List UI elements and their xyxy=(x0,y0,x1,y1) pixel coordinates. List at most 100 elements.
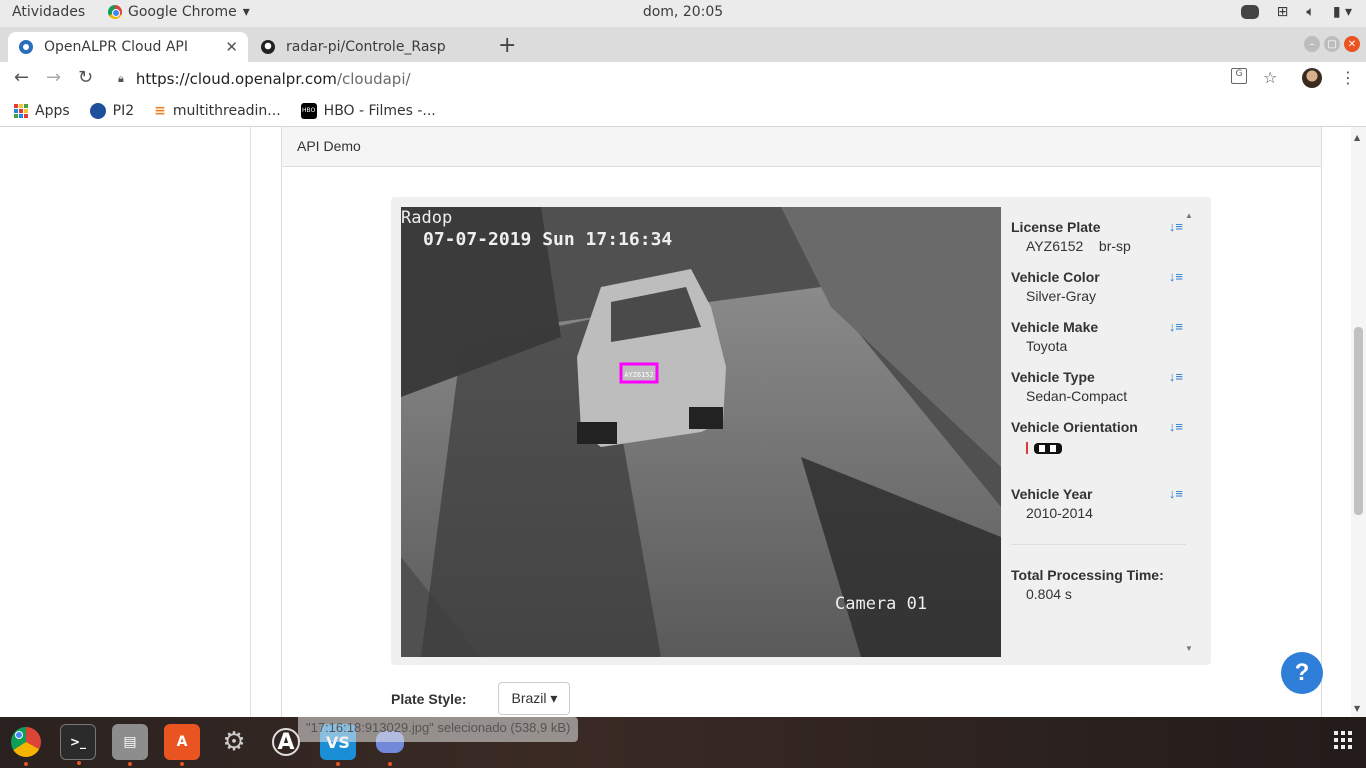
app-menu-label: Google Chrome xyxy=(128,4,237,20)
minimize-icon[interactable]: – xyxy=(1304,36,1320,52)
running-indicator xyxy=(180,762,184,766)
result-label: Vehicle Year xyxy=(1011,486,1093,502)
system-tray: ⊞ 🔈︎ ▮ ▾ xyxy=(1240,4,1352,20)
show-applications-icon[interactable] xyxy=(1334,731,1352,749)
analyzed-photo: AYZ6152 Radop 07-07-2019 Sun 17:16:34 Ca… xyxy=(401,207,1001,657)
back-arrow-icon[interactable]: ← xyxy=(14,67,29,88)
software-updater-icon: A xyxy=(272,728,300,756)
result-value: 0.804 s xyxy=(1026,586,1072,602)
dock-software[interactable]: A xyxy=(164,724,200,766)
close-window-icon[interactable]: ✕ xyxy=(1344,36,1360,52)
results-scrollbar[interactable]: ▲ ▼ xyxy=(1182,207,1196,657)
openalpr-favicon-icon xyxy=(19,40,33,54)
divider xyxy=(1011,544,1186,545)
tab-strip: OpenALPR Cloud API ✕ radar-pi/Controle_R… xyxy=(0,27,1366,62)
volume-icon[interactable]: 🔈︎ xyxy=(1306,4,1314,20)
scroll-up-arrow-icon[interactable]: ▲ xyxy=(1354,133,1360,142)
left-sidebar xyxy=(0,127,251,717)
plate-style-dropdown[interactable]: Brazil ▾ xyxy=(498,682,571,715)
tab-github[interactable]: radar-pi/Controle_Rasp xyxy=(250,32,486,62)
plate-style-row: Plate Style: Brazil ▾ xyxy=(391,682,571,715)
tab-openalpr[interactable]: OpenALPR Cloud API ✕ xyxy=(8,32,248,62)
result-vehicle-make: Vehicle Make ↓≡ Toyota xyxy=(1011,319,1186,354)
app-menu[interactable]: Google Chrome ▾ xyxy=(108,4,250,20)
bookmarks-bar: Apps PI2 ≡ multithreadin... HBO HBO - Fi… xyxy=(0,96,1366,127)
activities-button[interactable]: Atividades xyxy=(12,4,85,20)
url-path: /cloudapi/ xyxy=(336,70,411,88)
result-vehicle-orientation: Vehicle Orientation ↓≡ xyxy=(1011,419,1186,461)
scroll-up-arrow-icon[interactable]: ▲ xyxy=(1185,211,1193,220)
plate-text-overlay: AYZ6152 xyxy=(624,371,654,379)
sort-icon[interactable]: ↓≡ xyxy=(1169,369,1183,384)
overlay-brand: Radop xyxy=(401,208,452,228)
sort-icon[interactable]: ↓≡ xyxy=(1169,319,1183,334)
results-list: License Plate ↓≡ AYZ6152 br-sp Vehicle C… xyxy=(1001,207,1196,657)
hbo-icon: HBO xyxy=(300,103,317,119)
battery-icon[interactable]: ▮ ▾ xyxy=(1333,4,1352,20)
dock-terminal[interactable]: >_ xyxy=(60,724,96,765)
result-label: Vehicle Orientation xyxy=(1011,419,1138,435)
bookmark-apps[interactable]: Apps xyxy=(14,103,70,119)
page-viewport: API Demo AYZ6152 Radop 07-07-2019 Sun 17… xyxy=(0,127,1366,717)
result-label: Vehicle Color xyxy=(1011,269,1100,285)
bookmark-label: HBO - Filmes -... xyxy=(323,103,436,119)
result-value: Sedan-Compact xyxy=(1026,388,1128,404)
scroll-thumb[interactable] xyxy=(1354,327,1363,515)
scroll-down-arrow-icon[interactable]: ▼ xyxy=(1185,644,1193,653)
result-vehicle-type: Vehicle Type ↓≡ Sedan-Compact xyxy=(1011,369,1186,404)
sort-icon[interactable]: ↓≡ xyxy=(1169,219,1183,234)
chrome-icon xyxy=(108,5,122,19)
overlay-timestamp: 07-07-2019 Sun 17:16:34 xyxy=(423,229,672,250)
result-vehicle-year: Vehicle Year ↓≡ 2010-2014 xyxy=(1011,486,1186,521)
profile-avatar[interactable] xyxy=(1302,68,1322,88)
result-label: Vehicle Type xyxy=(1011,369,1095,385)
avatar xyxy=(1302,68,1322,88)
discord-tray-icon[interactable] xyxy=(1240,5,1259,19)
software-center-icon: A xyxy=(176,734,188,750)
tab-title: radar-pi/Controle_Rasp xyxy=(286,39,446,55)
forward-arrow-icon[interactable]: → xyxy=(46,67,61,88)
sort-icon[interactable]: ↓≡ xyxy=(1169,269,1183,284)
dock-files[interactable]: ▤ xyxy=(112,724,148,766)
network-icon[interactable]: ⊞ xyxy=(1277,4,1289,20)
plate-style-label: Plate Style: xyxy=(391,690,467,707)
running-indicator xyxy=(336,762,340,766)
demo-result-box: AYZ6152 Radop 07-07-2019 Sun 17:16:34 Ca… xyxy=(391,197,1211,665)
download-status-bubble: "17:16:18:913029.jpg" selecionado (538,9… xyxy=(298,717,579,742)
translate-icon[interactable]: G xyxy=(1231,68,1247,84)
new-tab-icon[interactable]: + xyxy=(498,33,516,58)
scroll-down-arrow-icon[interactable]: ▼ xyxy=(1354,704,1360,713)
bookmark-pi2[interactable]: PI2 xyxy=(89,103,134,119)
page-scrollbar[interactable]: ▲ ▼ xyxy=(1351,127,1366,717)
sort-icon[interactable]: ↓≡ xyxy=(1169,486,1183,501)
stackoverflow-icon: ≡ xyxy=(154,103,166,119)
sort-icon[interactable]: ↓≡ xyxy=(1169,419,1183,434)
help-button[interactable]: ? xyxy=(1281,652,1323,694)
ubuntu-dock: >_ ▤ A ⚙ A VS xyxy=(0,717,1366,768)
reload-icon[interactable]: ↻ xyxy=(78,67,93,88)
drs-icon xyxy=(89,103,106,119)
camera-image: AYZ6152 Radop 07-07-2019 Sun 17:16:34 Ca… xyxy=(401,207,1001,657)
plate-region: br-sp xyxy=(1098,238,1131,254)
address-bar[interactable]: 🔒︎ https://cloud.openalpr.com/cloudapi/ xyxy=(108,65,1258,93)
tab-title: OpenALPR Cloud API xyxy=(44,39,188,55)
bookmark-star-icon[interactable]: ☆ xyxy=(1263,68,1277,87)
bookmark-multithreading[interactable]: ≡ multithreadin... xyxy=(154,103,281,119)
dock-settings[interactable]: ⚙ xyxy=(216,724,252,760)
menu-kebab-icon[interactable]: ⋮ xyxy=(1340,68,1356,87)
overlay-camera-label: Camera 01 xyxy=(835,594,927,614)
maximize-icon[interactable]: □ xyxy=(1324,36,1340,52)
window-controls: – □ ✕ xyxy=(1304,36,1360,52)
bookmark-hbo[interactable]: HBO HBO - Filmes -... xyxy=(300,103,436,119)
system-top-bar: Atividades Google Chrome ▾ dom, 20:05 ⊞ … xyxy=(0,0,1366,27)
running-indicator xyxy=(388,762,392,766)
close-tab-icon[interactable]: ✕ xyxy=(225,38,238,56)
result-value: Silver-Gray xyxy=(1026,288,1097,304)
dock-chrome[interactable] xyxy=(8,724,44,766)
car xyxy=(577,269,726,447)
result-label: License Plate xyxy=(1011,219,1101,235)
lock-icon[interactable]: 🔒︎ xyxy=(118,72,124,86)
clock[interactable]: dom, 20:05 xyxy=(643,4,723,20)
caret-down-icon: ▾ xyxy=(550,690,558,706)
terminal-icon: >_ xyxy=(69,735,87,749)
